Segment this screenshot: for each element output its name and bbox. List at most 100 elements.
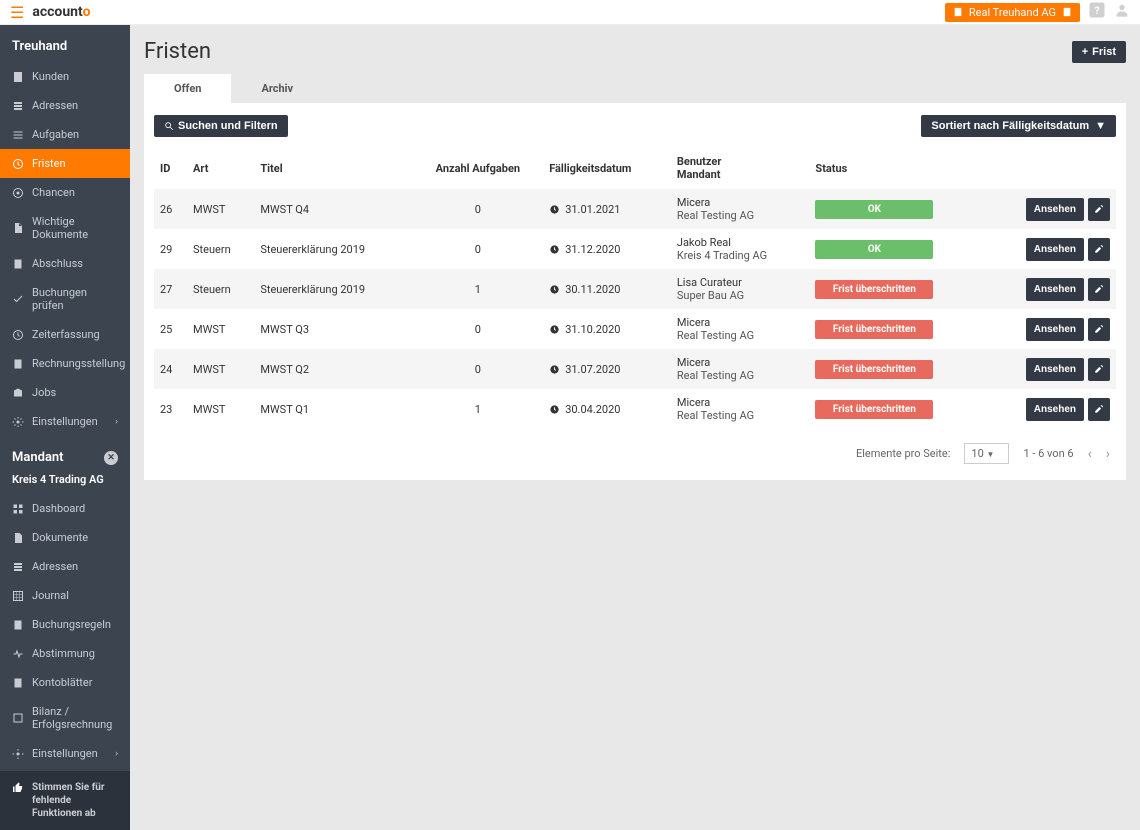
fristen-table: ID Art Titel Anzahl Aufgaben Fälligkeits… — [154, 147, 1116, 429]
nav-icon — [12, 187, 24, 199]
sidebar-item-label: Abschluss — [32, 257, 83, 270]
search-filter-button[interactable]: Suchen und Filtern — [154, 115, 288, 137]
sidebar-item-chancen[interactable]: Chancen — [0, 178, 130, 207]
sidebar-item-label: Chancen — [32, 186, 75, 199]
view-button[interactable]: Ansehen — [1026, 238, 1084, 261]
col-art: Art — [187, 147, 254, 189]
nav-icon — [12, 71, 24, 83]
sidebar-item-rechnungsstellung[interactable]: Rechnungsstellung — [0, 349, 130, 378]
sidebar-item-label: Einstellungen — [32, 415, 98, 428]
sidebar-item-adressen[interactable]: Adressen — [0, 91, 130, 120]
edit-button[interactable] — [1088, 318, 1110, 341]
sidebar-section-treuhand: Treuhand — [0, 25, 130, 62]
sidebar-item-journal[interactable]: Journal — [0, 581, 130, 610]
view-button[interactable]: Ansehen — [1026, 398, 1084, 421]
cell-titel: MWST Q2 — [254, 349, 412, 389]
sidebar-item-zeiterfassung[interactable]: Zeiterfassung — [0, 320, 130, 349]
sidebar-item-buchungen-prüfen[interactable]: Buchungen prüfen — [0, 278, 130, 320]
cell-status: Frist überschritten — [809, 389, 985, 429]
sidebar-item-einstellungen[interactable]: Einstellungen› — [0, 407, 130, 436]
building-icon — [953, 7, 963, 17]
sidebar-item-label: Fristen — [32, 157, 66, 170]
clock-icon — [549, 204, 560, 215]
cell-datum: 30.04.2020 — [543, 389, 671, 429]
tab-archiv[interactable]: Archiv — [231, 74, 323, 103]
tab-offen[interactable]: Offen — [144, 74, 231, 103]
edit-button[interactable] — [1088, 198, 1110, 221]
view-button[interactable]: Ansehen — [1026, 198, 1084, 221]
sidebar-item-label: Jobs — [32, 386, 56, 399]
pencil-icon — [1094, 284, 1104, 294]
nav-icon — [12, 416, 24, 428]
next-page-button[interactable]: › — [1106, 446, 1110, 462]
cell-art: Steuern — [187, 229, 254, 269]
close-mandant-icon[interactable]: ✕ — [104, 451, 118, 465]
view-button[interactable]: Ansehen — [1026, 278, 1084, 301]
sidebar-item-label: Rechnungsstellung — [32, 357, 125, 370]
pagination: Elemente pro Seite: 10 ▼ 1 - 6 von 6 ‹ › — [154, 429, 1116, 468]
sidebar-item-adressen[interactable]: Adressen — [0, 552, 130, 581]
logo: accounto — [32, 4, 90, 20]
page-size-select[interactable]: 10 ▼ — [964, 443, 1009, 464]
user-icon[interactable] — [1114, 2, 1130, 22]
cell-user: MiceraReal Testing AG — [671, 189, 810, 229]
org-switcher[interactable]: Real Treuhand AG — [945, 3, 1080, 22]
view-button[interactable]: Ansehen — [1026, 318, 1084, 341]
nav-icon — [12, 712, 24, 724]
sidebar-item-einstellungen[interactable]: Einstellungen› — [0, 739, 130, 768]
cell-art: MWST — [187, 189, 254, 229]
sidebar-item-dokumente[interactable]: Dokumente — [0, 523, 130, 552]
sidebar-item-bilanz-erfolgsrechnung[interactable]: Bilanz / Erfolgsrechnung — [0, 697, 130, 739]
status-badge: Frist überschritten — [815, 400, 933, 419]
status-badge: Frist überschritten — [815, 320, 933, 339]
view-button[interactable]: Ansehen — [1026, 358, 1084, 381]
cell-anzahl: 1 — [413, 269, 544, 309]
edit-button[interactable] — [1088, 238, 1110, 261]
sidebar-item-label: Adressen — [32, 99, 78, 112]
nav-icon — [12, 158, 24, 170]
nav-icon — [12, 329, 24, 341]
cell-art: MWST — [187, 349, 254, 389]
sidebar-item-aufgaben[interactable]: Aufgaben — [0, 120, 130, 149]
sidebar-item-fristen[interactable]: Fristen — [0, 149, 130, 178]
sidebar-item-dashboard[interactable]: Dashboard — [0, 494, 130, 523]
sidebar-item-abschluss[interactable]: Abschluss — [0, 249, 130, 278]
nav-icon — [12, 748, 24, 760]
cell-id: 27 — [154, 269, 187, 309]
sidebar-item-kontoblätter[interactable]: Kontoblätter — [0, 668, 130, 697]
nav-icon — [12, 648, 24, 660]
table-row: 29SteuernSteuererklärung 2019031.12.2020… — [154, 229, 1116, 269]
cell-art: MWST — [187, 309, 254, 349]
sidebar-item-label: Kunden — [32, 70, 69, 83]
nav-icon — [12, 532, 24, 544]
add-frist-button[interactable]: +Frist — [1072, 41, 1126, 63]
edit-button[interactable] — [1088, 398, 1110, 421]
menu-icon[interactable]: ☰ — [10, 3, 24, 22]
sidebar-item-abstimmung[interactable]: Abstimmung — [0, 639, 130, 668]
cell-art: MWST — [187, 389, 254, 429]
sidebar-item-label: Aufgaben — [32, 128, 79, 141]
prev-page-button[interactable]: ‹ — [1088, 446, 1092, 462]
cell-titel: MWST Q3 — [254, 309, 412, 349]
building-icon — [1062, 7, 1072, 17]
sidebar-item-buchungsregeln[interactable]: Buchungsregeln — [0, 610, 130, 639]
edit-button[interactable] — [1088, 358, 1110, 381]
sidebar-item-label: Kontoblätter — [32, 676, 92, 689]
sidebar: Treuhand Kunden Adressen Aufgaben Fristen Ch… — [0, 25, 130, 830]
page-title: Fristen — [144, 39, 211, 64]
cell-anzahl: 0 — [413, 349, 544, 389]
topbar: ☰ accounto Real Treuhand AG ? — [0, 0, 1140, 25]
sidebar-item-jobs[interactable]: Jobs — [0, 378, 130, 407]
edit-button[interactable] — [1088, 278, 1110, 301]
sort-dropdown[interactable]: Sortiert nach Fälligkeitsdatum ▼ — [921, 115, 1116, 137]
sidebar-item-kunden[interactable]: Kunden — [0, 62, 130, 91]
clock-icon — [549, 404, 560, 415]
nav-icon — [12, 503, 24, 515]
clock-icon — [549, 324, 560, 335]
sidebar-item-wichtige-dokumente[interactable]: Wichtige Dokumente — [0, 207, 130, 249]
status-badge: OK — [815, 240, 933, 259]
vote-box[interactable]: Stimmen Sie für fehlende Funktionen ab — [0, 771, 130, 830]
help-icon[interactable]: ? — [1088, 1, 1106, 23]
cell-status: Frist überschritten — [809, 269, 985, 309]
cell-datum: 31.10.2020 — [543, 309, 671, 349]
